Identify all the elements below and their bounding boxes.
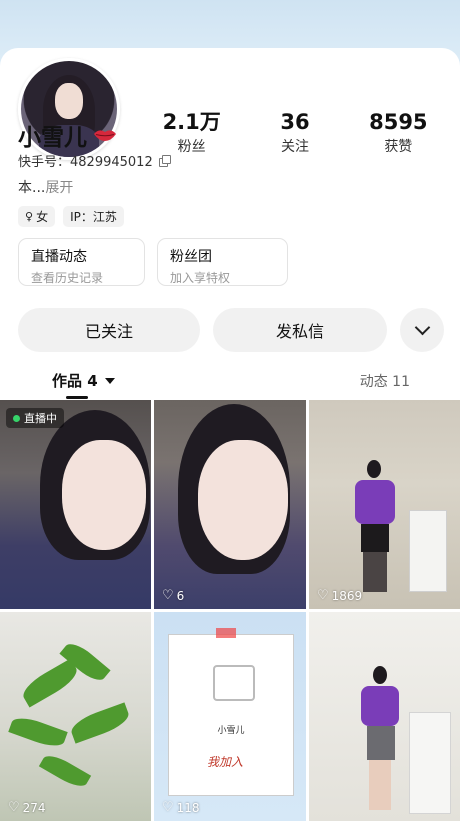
gender-tag-label: 女 xyxy=(36,210,49,224)
work-person-legs xyxy=(363,552,387,592)
copy-icon[interactable] xyxy=(158,155,171,167)
image-placeholder-icon xyxy=(213,665,255,701)
work-face xyxy=(62,440,146,550)
live-badge: 直播中 xyxy=(6,408,64,428)
stat-following-label: 关注 xyxy=(280,139,309,155)
bio-text: 本... xyxy=(18,180,46,196)
fan-club-subtitle: 加入享特权 xyxy=(170,271,231,285)
entry-row: 直播动态 查看历史记录 粉丝团 加入享特权 xyxy=(18,238,288,286)
ip-tag: IP：江苏 xyxy=(63,206,124,227)
bio-expand-link[interactable]: 展开 xyxy=(45,180,73,196)
avatar-face xyxy=(55,83,83,119)
profile-name: 小雪儿 xyxy=(18,125,87,151)
action-row: 已关注 发私信 xyxy=(18,308,444,352)
plant-leaf xyxy=(18,658,82,708)
ip-tag-label: IP：江苏 xyxy=(70,210,117,224)
heart-icon: ♡ xyxy=(162,588,174,603)
stat-following-value: 36 xyxy=(280,110,310,134)
live-history-entry[interactable]: 直播动态 查看历史记录 xyxy=(18,238,145,286)
stat-likes-value: 8595 xyxy=(369,110,428,134)
live-history-title: 直播动态 xyxy=(31,249,87,265)
followed-button[interactable]: 已关注 xyxy=(18,308,200,352)
send-message-button[interactable]: 发私信 xyxy=(213,308,387,352)
work-item[interactable]: ♡ 6 xyxy=(154,400,306,609)
stat-likes[interactable]: 8595 获赞 xyxy=(347,110,450,156)
fan-club-entry[interactable]: 粉丝团 加入享特权 xyxy=(157,238,288,286)
tape-mark xyxy=(216,628,236,638)
stat-fans[interactable]: 2.1万 粉丝 xyxy=(140,110,243,156)
work-item[interactable] xyxy=(309,612,460,821)
plant-leaf xyxy=(68,702,132,744)
works-grid: 直播中 ♡ 6 ♡ 1869 ♡ 274 小雪儿 我加入 ♡ 118 xyxy=(0,400,460,821)
tab-active-indicator xyxy=(66,396,88,399)
work-fridge xyxy=(409,510,447,592)
live-dot-icon xyxy=(13,414,20,422)
work-face xyxy=(198,440,288,560)
live-history-subtitle: 查看历史记录 xyxy=(31,271,104,285)
stats-row: 2.1万 粉丝 36 关注 8595 获赞 xyxy=(140,110,450,156)
fan-club-title: 粉丝团 xyxy=(170,249,212,265)
work-person-skirt xyxy=(361,524,389,552)
kuaishou-id: 快手号：4829945012 xyxy=(18,155,153,170)
lips-icon xyxy=(93,128,117,142)
fan-card-paper: 小雪儿 我加入 xyxy=(168,634,294,796)
name-row: 小雪儿 xyxy=(18,118,117,152)
work-person-skirt xyxy=(367,726,395,760)
plant-leaf xyxy=(8,713,68,751)
plant-leaf xyxy=(38,750,92,792)
tab-works-label: 作品 4 xyxy=(52,372,98,390)
work-fridge xyxy=(409,712,451,814)
work-person-top xyxy=(361,686,399,726)
like-count-value: 1869 xyxy=(331,588,363,603)
tag-row: ♀ 女 IP：江苏 xyxy=(18,206,124,227)
work-person-top xyxy=(355,480,395,524)
gender-tag: ♀ 女 xyxy=(18,206,56,227)
like-count-value: 6 xyxy=(176,588,185,603)
bio: 本...展开 xyxy=(18,177,73,197)
work-item[interactable]: ♡ 1869 xyxy=(309,400,460,609)
stat-following[interactable]: 36 关注 xyxy=(243,110,346,156)
work-item[interactable]: 直播中 xyxy=(0,400,151,609)
work-person-legs xyxy=(369,760,391,810)
work-person-head xyxy=(373,666,387,684)
live-badge-label: 直播中 xyxy=(24,412,57,425)
tab-dynamics[interactable]: 动态 11 xyxy=(360,371,410,391)
stat-likes-label: 获赞 xyxy=(384,139,413,155)
tab-works[interactable]: 作品 4 xyxy=(52,370,115,391)
chevron-down-icon xyxy=(414,319,430,336)
fan-card-name: 小雪儿 xyxy=(217,726,245,736)
work-item[interactable]: 小雪儿 我加入 ♡ 118 xyxy=(154,612,306,821)
more-button[interactable] xyxy=(400,308,444,352)
content-tabs: 作品 4 动态 11 xyxy=(0,364,460,400)
heart-icon: ♡ xyxy=(317,588,329,603)
kuaishou-id-row: 快手号：4829945012 xyxy=(18,151,171,170)
stat-fans-value: 2.1万 xyxy=(162,110,221,134)
fan-card-text: 我加入 xyxy=(207,755,244,769)
like-count: ♡ 1869 xyxy=(317,588,362,603)
like-count: ♡ 6 xyxy=(162,588,184,603)
work-item[interactable]: ♡ 274 xyxy=(0,612,151,821)
work-person-head xyxy=(367,460,381,478)
caret-down-icon xyxy=(104,377,115,384)
female-icon: ♀ xyxy=(25,210,34,223)
